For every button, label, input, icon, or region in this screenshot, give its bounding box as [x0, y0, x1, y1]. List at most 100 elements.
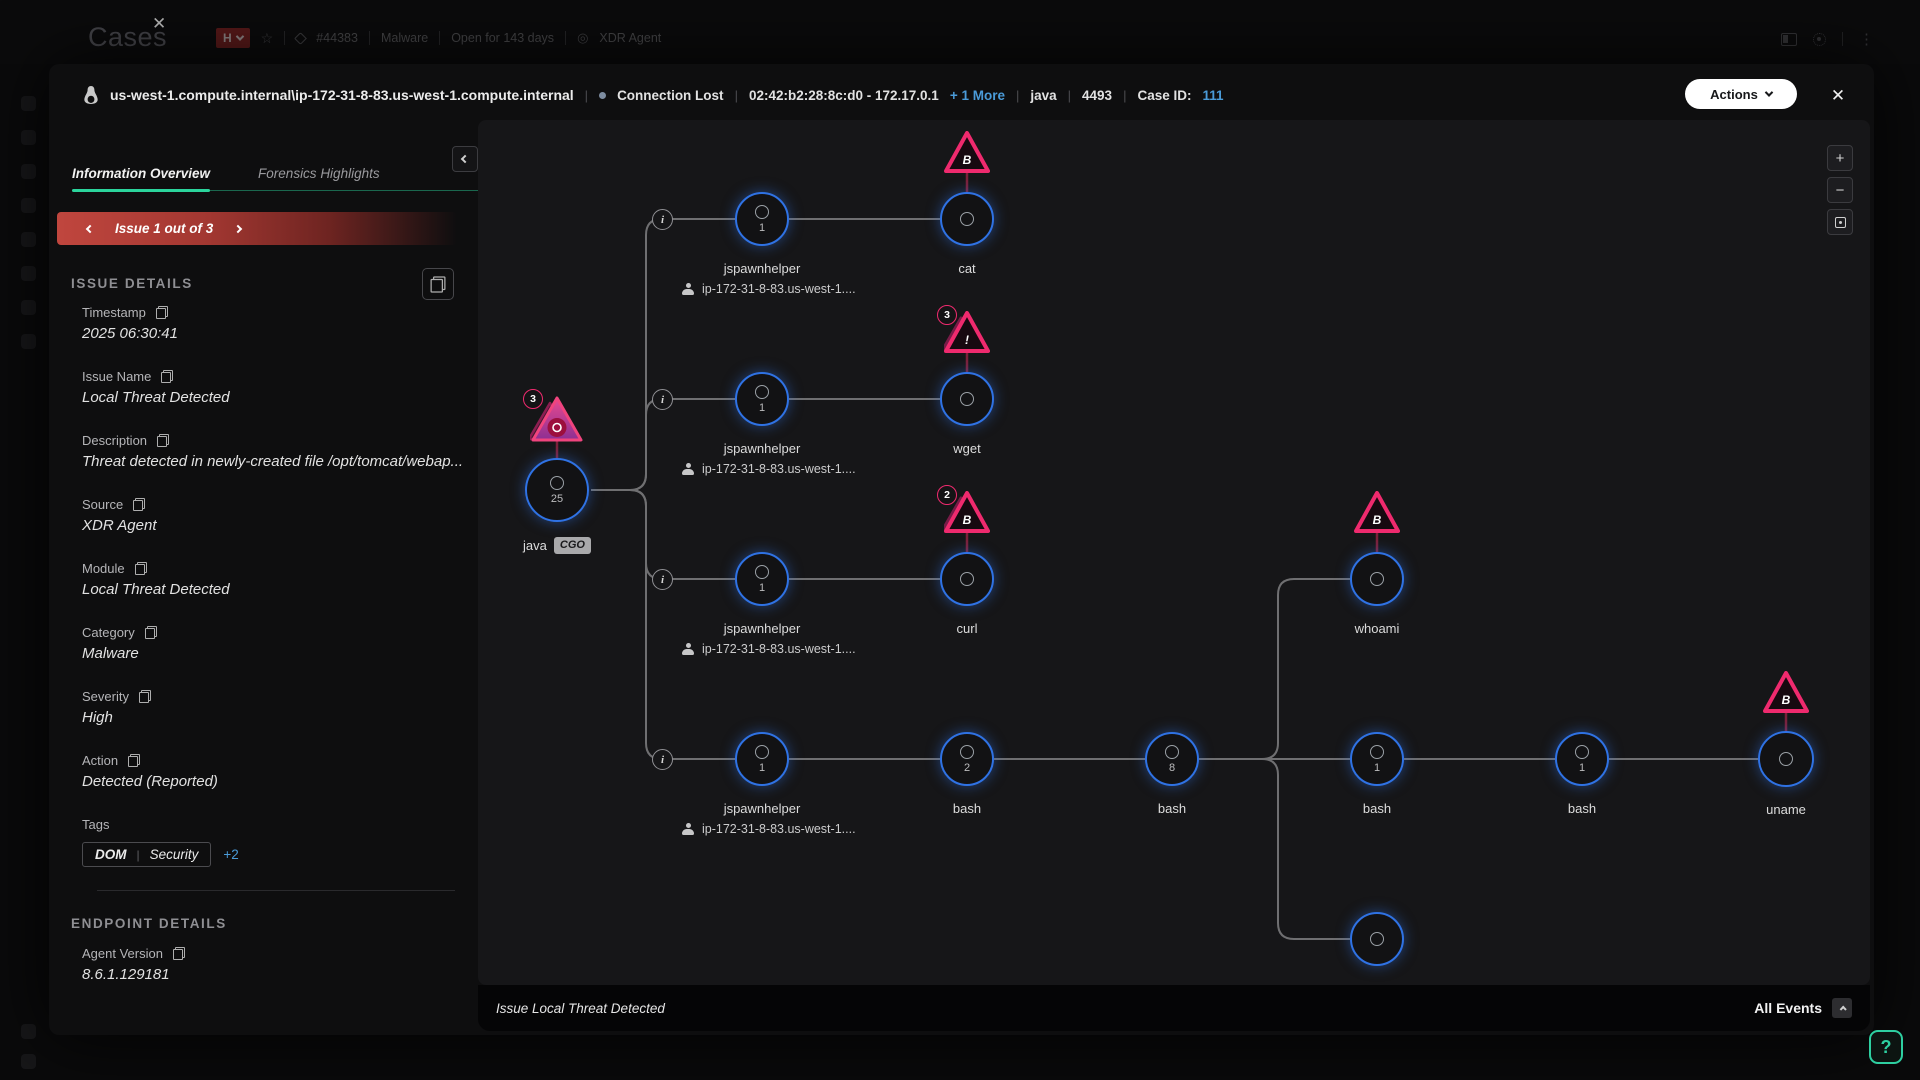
nav-rail-icon[interactable]: [21, 130, 36, 145]
overlay-close-button[interactable]: ✕: [1825, 83, 1851, 109]
process-icon: [550, 476, 564, 490]
help-button[interactable]: ?: [1869, 1030, 1903, 1064]
tab-forensics-highlights[interactable]: Forensics Highlights: [258, 166, 380, 181]
copy-icon[interactable]: [156, 306, 168, 319]
process-node-wget[interactable]: [940, 372, 994, 426]
info-icon[interactable]: i: [652, 389, 673, 410]
info-icon[interactable]: i: [652, 209, 673, 230]
node-label-jsph2: jspawnhelper: [652, 441, 872, 456]
endpoint-header: us-west-1.compute.internal\ip-172-31-8-8…: [83, 78, 1224, 112]
nav-rail-icon[interactable]: [21, 300, 36, 315]
svg-text:B: B: [1782, 693, 1791, 707]
zoom-in-button[interactable]: +: [1827, 145, 1853, 171]
process-node-jsph2[interactable]: 1: [735, 372, 789, 426]
copy-icon[interactable]: [145, 626, 157, 639]
more-link[interactable]: + 1 More: [950, 88, 1005, 103]
process-icon: [960, 212, 974, 226]
alert-triangle-curl[interactable]: B2: [944, 491, 990, 533]
fit-view-button[interactable]: [1827, 209, 1853, 235]
tags-more-link[interactable]: +2: [223, 847, 238, 862]
nav-rail-icon[interactable]: [21, 1054, 36, 1069]
info-icon[interactable]: i: [652, 569, 673, 590]
nav-rail-icon[interactable]: [21, 164, 36, 179]
alert-count-badge: 2: [937, 485, 957, 505]
process-icon: [755, 205, 769, 219]
process-node-jsph3[interactable]: 1: [735, 552, 789, 606]
event-count: 2: [964, 763, 970, 774]
node-label-curl: curl: [857, 621, 1077, 636]
previous-issue-button[interactable]: [86, 224, 94, 232]
issue-nav-label: Issue 1 out of 3: [115, 221, 213, 236]
events-footer: Issue Local Threat Detected All Events: [478, 985, 1870, 1031]
panel-collapse-button[interactable]: [452, 146, 478, 172]
tags-label: Tags: [82, 817, 109, 832]
alert-count-badge: 3: [523, 389, 543, 409]
process-node-jsph1[interactable]: 1: [735, 192, 789, 246]
node-label-jsph3: jspawnhelper: [652, 621, 872, 636]
nav-rail-icon[interactable]: [21, 334, 36, 349]
endpoint-details-title: ENDPOINT DETAILS: [71, 916, 227, 931]
nav-rail-icon[interactable]: [21, 198, 36, 213]
severity-badge[interactable]: H: [216, 28, 250, 48]
info-icon[interactable]: i: [652, 749, 673, 770]
process-node-bash2[interactable]: 2: [940, 732, 994, 786]
star-icon[interactable]: ☆: [261, 30, 274, 47]
copy-icon: [431, 276, 446, 292]
alert-triangle-uname[interactable]: B: [1763, 671, 1809, 713]
alert-triangle-wget[interactable]: !3: [944, 311, 990, 353]
layout-icon[interactable]: [1781, 33, 1797, 46]
process-node-uname[interactable]: [1758, 731, 1814, 787]
background-close-icon[interactable]: ✕: [152, 14, 166, 34]
process-node-bash8[interactable]: 8: [1145, 732, 1199, 786]
zoom-out-button[interactable]: −: [1827, 177, 1853, 203]
node-badge: CGO: [554, 537, 591, 554]
alert-triangle-whoami[interactable]: B: [1354, 491, 1400, 533]
tag-dom: DOM: [95, 847, 127, 862]
alert-triangle-cat[interactable]: B: [944, 131, 990, 173]
nav-rail-icon[interactable]: [21, 1024, 36, 1039]
tags-block: Tags DOM | Security +2: [82, 816, 454, 867]
node-host-jsph2: ip-172-31-8-83.us-west-1....: [682, 462, 856, 476]
node-host-jsph3: ip-172-31-8-83.us-west-1....: [682, 642, 856, 656]
process-node-bash1b[interactable]: 1: [1555, 732, 1609, 786]
copy-icon[interactable]: [161, 370, 173, 383]
chevron-down-icon: [235, 32, 243, 40]
actions-button[interactable]: Actions: [1685, 79, 1797, 109]
process-icon: [1165, 745, 1179, 759]
svg-text:!: !: [965, 333, 969, 347]
tag-chip[interactable]: DOM | Security: [82, 842, 211, 867]
nav-rail-icon[interactable]: [21, 96, 36, 111]
process-icon: [1370, 745, 1384, 759]
copy-icon[interactable]: [133, 498, 145, 511]
process-node-child[interactable]: [1350, 912, 1404, 966]
collapse-events-button[interactable]: [1832, 998, 1852, 1018]
process-node-jsph4[interactable]: 1: [735, 732, 789, 786]
tab-information-overview[interactable]: Information Overview: [72, 166, 210, 181]
process-node-whoami[interactable]: [1350, 552, 1404, 606]
tag-icon[interactable]: [294, 32, 307, 45]
process-node-curl[interactable]: [940, 552, 994, 606]
kebab-menu-icon[interactable]: ⋮: [1859, 30, 1874, 48]
case-id-link[interactable]: 111: [1203, 88, 1224, 103]
event-count: 1: [1579, 763, 1585, 774]
process-node-cat[interactable]: [940, 192, 994, 246]
copy-all-button[interactable]: [422, 268, 454, 300]
copy-icon[interactable]: [128, 754, 140, 767]
copy-icon[interactable]: [139, 690, 151, 703]
gear-icon[interactable]: [1813, 33, 1826, 46]
nav-rail-icon[interactable]: [21, 232, 36, 247]
process-node-bash1a[interactable]: 1: [1350, 732, 1404, 786]
process-graph[interactable]: + − iiii325javaCGO1jspawnhelperip-172-31…: [478, 120, 1870, 985]
event-count: 1: [759, 223, 765, 234]
node-label-jsph1: jspawnhelper: [652, 261, 872, 276]
endpoint-details-section: ENDPOINT DETAILS Agent Version 8.6.1.129…: [71, 916, 227, 983]
copy-icon[interactable]: [135, 562, 147, 575]
copy-icon[interactable]: [173, 947, 185, 960]
process-name: java: [1030, 88, 1056, 103]
hostname: us-west-1.compute.internal\ip-172-31-8-8…: [110, 87, 574, 103]
next-issue-button[interactable]: [234, 224, 242, 232]
alert-triangle-java[interactable]: 3: [530, 395, 584, 443]
process-node-java[interactable]: 25: [525, 458, 589, 522]
copy-icon[interactable]: [157, 434, 169, 447]
nav-rail-icon[interactable]: [21, 266, 36, 281]
